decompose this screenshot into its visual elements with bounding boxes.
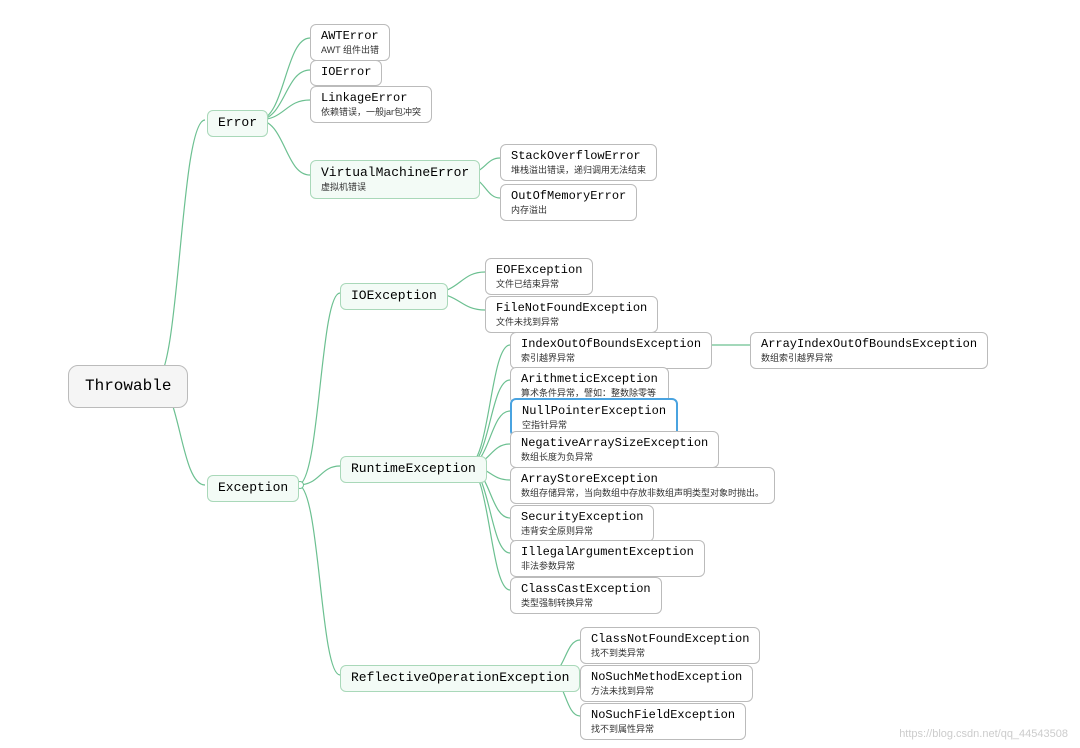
node-title: StackOverflowError bbox=[511, 149, 646, 165]
node-title: ClassCastException bbox=[521, 582, 651, 598]
node-title: ArrayStoreException bbox=[521, 472, 764, 488]
node-title: RuntimeException bbox=[351, 461, 476, 476]
node-title: IOError bbox=[321, 65, 371, 81]
node-title: OutOfMemoryError bbox=[511, 189, 626, 205]
node-title: LinkageError bbox=[321, 91, 421, 107]
node-linkageerror[interactable]: LinkageError 依赖错误，一般jar包冲突 bbox=[310, 86, 432, 123]
node-title: ClassNotFoundException bbox=[591, 632, 749, 648]
node-throwable[interactable]: Throwable bbox=[68, 365, 188, 408]
node-title: NegativeArraySizeException bbox=[521, 436, 708, 452]
node-indexoutofbounds[interactable]: IndexOutOfBoundsException 索引越界异常 bbox=[510, 332, 712, 369]
node-subtitle: 数组索引越界异常 bbox=[761, 353, 977, 365]
node-negativearraysize[interactable]: NegativeArraySizeException 数组长度为负异常 bbox=[510, 431, 719, 468]
node-title: NullPointerException bbox=[522, 404, 666, 420]
node-subtitle: 内存溢出 bbox=[511, 205, 626, 217]
node-subtitle: 虚拟机错误 bbox=[321, 182, 469, 194]
watermark: https://blog.csdn.net/qq_44543508 bbox=[899, 728, 1068, 740]
node-reflectiveoperation[interactable]: ReflectiveOperationException bbox=[340, 665, 580, 692]
node-subtitle: 索引越界异常 bbox=[521, 353, 701, 365]
node-error[interactable]: Error bbox=[207, 110, 268, 137]
node-subtitle: 类型强制转换异常 bbox=[521, 598, 651, 610]
node-title: NoSuchFieldException bbox=[591, 708, 735, 724]
node-title: Exception bbox=[218, 480, 288, 495]
node-title: SecurityException bbox=[521, 510, 643, 526]
node-security[interactable]: SecurityException 违背安全原则异常 bbox=[510, 505, 654, 542]
node-title: IndexOutOfBoundsException bbox=[521, 337, 701, 353]
node-subtitle: AWT 组件出错 bbox=[321, 45, 379, 57]
node-title: ArrayIndexOutOfBoundsException bbox=[761, 337, 977, 353]
node-title: AWTError bbox=[321, 29, 379, 45]
node-ioexception[interactable]: IOException bbox=[340, 283, 448, 310]
node-eofexception[interactable]: EOFException 文件已结束异常 bbox=[485, 258, 593, 295]
node-title: VirtualMachineError bbox=[321, 165, 469, 182]
node-awterror[interactable]: AWTError AWT 组件出错 bbox=[310, 24, 390, 61]
node-subtitle: 依赖错误，一般jar包冲突 bbox=[321, 107, 421, 119]
node-title: FileNotFoundException bbox=[496, 301, 647, 317]
node-subtitle: 数组存储异常，当向数组中存放非数组声明类型对象时抛出。 bbox=[521, 488, 764, 500]
node-subtitle: 违背安全原则异常 bbox=[521, 526, 643, 538]
node-classcast[interactable]: ClassCastException 类型强制转换异常 bbox=[510, 577, 662, 614]
node-arraystore[interactable]: ArrayStoreException 数组存储异常，当向数组中存放非数组声明类… bbox=[510, 467, 775, 504]
node-subtitle: 堆栈溢出错误，递归调用无法结束 bbox=[511, 165, 646, 177]
node-title: IOException bbox=[351, 288, 437, 303]
node-arrayindexoutofbounds[interactable]: ArrayIndexOutOfBoundsException 数组索引越界异常 bbox=[750, 332, 988, 369]
node-illegalargument[interactable]: IllegalArgumentException 非法参数异常 bbox=[510, 540, 705, 577]
node-nosuchmethod[interactable]: NoSuchMethodException 方法未找到异常 bbox=[580, 665, 753, 702]
node-title: EOFException bbox=[496, 263, 582, 279]
node-title: Throwable bbox=[85, 377, 171, 395]
node-subtitle: 找不到类异常 bbox=[591, 648, 749, 660]
node-subtitle: 空指针异常 bbox=[522, 420, 666, 432]
node-filenotfound[interactable]: FileNotFoundException 文件未找到异常 bbox=[485, 296, 658, 333]
node-virtualmachineerror[interactable]: VirtualMachineError 虚拟机错误 bbox=[310, 160, 480, 199]
node-nosuchfield[interactable]: NoSuchFieldException 找不到属性异常 bbox=[580, 703, 746, 740]
node-title: IllegalArgumentException bbox=[521, 545, 694, 561]
node-title: ReflectiveOperationException bbox=[351, 670, 569, 685]
node-exception[interactable]: Exception bbox=[207, 475, 299, 502]
node-title: ArithmeticException bbox=[521, 372, 658, 388]
node-subtitle: 找不到属性异常 bbox=[591, 724, 735, 736]
node-classnotfound[interactable]: ClassNotFoundException 找不到类异常 bbox=[580, 627, 760, 664]
node-oom[interactable]: OutOfMemoryError 内存溢出 bbox=[500, 184, 637, 221]
node-stackoverflow[interactable]: StackOverflowError 堆栈溢出错误，递归调用无法结束 bbox=[500, 144, 657, 181]
node-subtitle: 文件未找到异常 bbox=[496, 317, 647, 329]
node-subtitle: 方法未找到异常 bbox=[591, 686, 742, 698]
node-title: Error bbox=[218, 115, 257, 130]
node-runtimeexception[interactable]: RuntimeException bbox=[340, 456, 487, 483]
node-subtitle: 非法参数异常 bbox=[521, 561, 694, 573]
node-title: NoSuchMethodException bbox=[591, 670, 742, 686]
node-subtitle: 数组长度为负异常 bbox=[521, 452, 708, 464]
node-ioerror[interactable]: IOError bbox=[310, 60, 382, 86]
node-subtitle: 文件已结束异常 bbox=[496, 279, 582, 291]
